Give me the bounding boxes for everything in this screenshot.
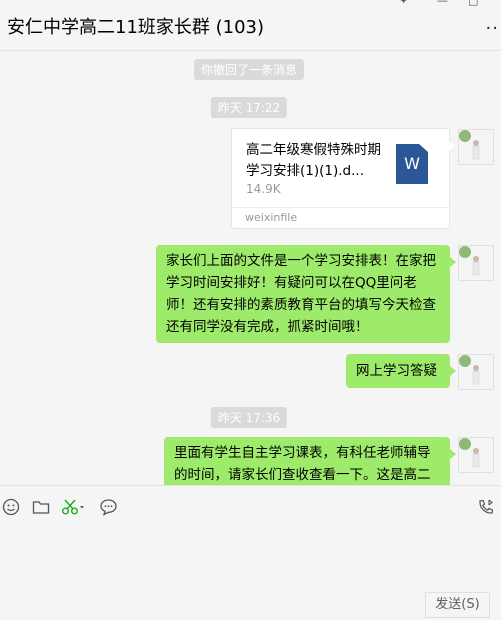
title-bar: ✦ — □ 安仁中学高二11班家长群 (103) ·· <box>0 0 501 51</box>
pin-icon[interactable]: ✦ <box>399 0 408 7</box>
message-list[interactable]: 你撤回了一条消息 昨天 17:22 高二年级寒假特殊时期学习安排(1)(1).d… <box>0 51 501 485</box>
file-source: weixinfile <box>245 211 298 224</box>
timestamp: 昨天 17:36 <box>210 407 288 428</box>
avatar[interactable] <box>458 354 494 390</box>
timestamp: 昨天 17:22 <box>210 97 288 118</box>
chat-bubble-icon[interactable] <box>99 498 118 520</box>
avatar[interactable] <box>458 129 494 165</box>
file-name: 高二年级寒假特殊时期学习安排(1)(1).d... <box>246 142 381 179</box>
folder-icon[interactable] <box>32 498 50 520</box>
word-file-icon: W <box>396 144 428 184</box>
recall-notice: 你撤回了一条消息 <box>193 59 305 80</box>
message-input[interactable] <box>0 522 501 592</box>
avatar[interactable] <box>458 245 494 281</box>
send-button[interactable]: 发送(S) <box>425 592 490 618</box>
more-options-icon[interactable]: ·· <box>486 18 499 39</box>
file-divider <box>232 207 449 208</box>
emoji-icon[interactable] <box>2 498 20 520</box>
file-size: 14.9K <box>246 182 281 196</box>
avatar[interactable] <box>458 437 494 473</box>
message-bubble[interactable]: 网上学习答疑 <box>346 354 456 388</box>
minimize-icon[interactable]: — <box>437 0 448 7</box>
message-bubble[interactable]: 里面有学生自主学习课表，有科任老师辅导的时间，请家长们查收查看一下。这是高二 <box>164 437 456 485</box>
voice-call-icon[interactable] <box>477 498 497 520</box>
message-bubble[interactable]: 家长们上面的文件是一个学习安排表！在家把学习时间安排好！有疑问可以在QQ里问老师… <box>156 245 456 343</box>
file-message[interactable]: 高二年级寒假特殊时期学习安排(1)(1).d... 14.9K W weixin… <box>231 128 455 229</box>
maximize-icon[interactable]: □ <box>468 0 478 7</box>
input-divider <box>0 485 501 486</box>
chat-title: 安仁中学高二11班家长群 (103) <box>7 17 265 38</box>
scissors-icon[interactable] <box>61 498 87 520</box>
